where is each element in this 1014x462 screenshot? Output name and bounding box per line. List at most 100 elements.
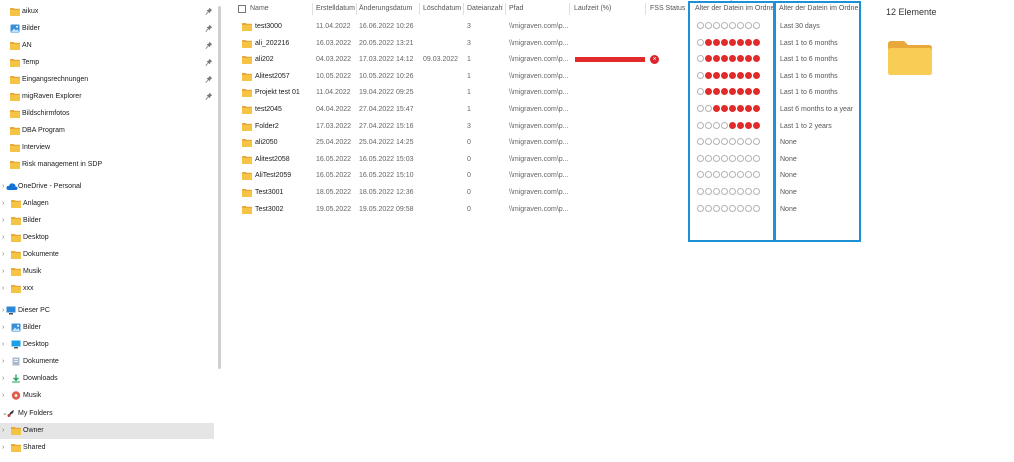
column-divider[interactable] (569, 3, 570, 15)
cell-name: AliTest2059 (255, 172, 292, 180)
scrollbar-thumb[interactable] (218, 6, 221, 369)
chevron-right-icon[interactable]: › (2, 251, 4, 259)
cell-path: \\migraven.com\p... (509, 155, 569, 163)
column-divider[interactable] (463, 3, 464, 15)
folder-icon (11, 284, 21, 293)
sidebar-item-musik[interactable]: › Musik (0, 388, 214, 404)
chevron-right-icon[interactable]: › (2, 341, 4, 349)
sidebar-item-label: Temp (22, 59, 40, 66)
chevron-right-icon[interactable]: › (2, 307, 4, 315)
pin-icon[interactable] (205, 41, 213, 50)
table-row[interactable]: Alitest2058 16.05.2022 16.05.2022 15:03 0 \\… (226, 152, 686, 168)
sidebar-item-label: Anlagen (23, 200, 49, 207)
folder-icon (11, 199, 21, 208)
column-header-runtime[interactable]: Laufzeit (%) (574, 3, 634, 15)
sidebar-item-temp[interactable]: Temp (0, 55, 214, 71)
column-divider[interactable] (505, 3, 506, 15)
sidebar-item-bilder[interactable]: › Bilder (0, 320, 214, 336)
folder-icon (242, 155, 252, 164)
cell-name: Projekt test 01 (255, 89, 300, 97)
column-divider[interactable] (312, 3, 313, 15)
error-icon[interactable]: × (650, 55, 659, 65)
sidebar-item-dba-program[interactable]: DBA Program (0, 123, 214, 139)
sidebar-item-desktop[interactable]: › Desktop (0, 337, 214, 353)
sidebar-item-bilder[interactable]: › Bilder (0, 213, 214, 229)
chevron-right-icon[interactable]: › (2, 200, 4, 208)
sidebar-item-dokumente[interactable]: › Dokumente (0, 247, 214, 263)
pin-icon[interactable] (205, 7, 213, 16)
sidebar-item-dokumente[interactable]: › Dokumente (0, 354, 214, 370)
chevron-right-icon[interactable]: › (2, 268, 4, 276)
chevron-right-icon[interactable]: › (2, 285, 4, 293)
sidebar-item-my-folders[interactable]: ⌄ My Folders (0, 406, 214, 422)
sidebar-item-an[interactable]: AN (0, 38, 214, 54)
sidebar-item-anlagen[interactable]: › Anlagen (0, 196, 214, 212)
table-row[interactable]: Projekt test 01 11.04.2022 19.04.2022 09:2… (226, 85, 686, 101)
sidebar-item-musik[interactable]: › Musik (0, 264, 214, 280)
select-all-checkbox[interactable] (238, 3, 248, 15)
sidebar-item-migraven-explorer[interactable]: migRaven Explorer (0, 89, 214, 105)
navigation-scrollbar[interactable] (218, 0, 222, 462)
column-divider[interactable] (645, 3, 646, 15)
table-row[interactable]: ali2050 25.04.2022 25.04.2022 14:25 0 \\migr… (226, 135, 686, 151)
table-row[interactable]: ali_202216 16.03.2022 20.05.2022 13:21 3 \\m… (226, 36, 686, 52)
column-header-name[interactable]: Name (250, 3, 310, 15)
folder-icon (242, 205, 252, 214)
sidebar-item-xxx[interactable]: › xxx (0, 281, 214, 297)
folder-icon (11, 216, 21, 225)
sidebar-item-risk-management-in-sdp[interactable]: Risk management in SDP (0, 157, 214, 173)
chevron-right-icon[interactable]: › (2, 444, 4, 452)
chevron-right-icon[interactable]: › (2, 427, 4, 435)
table-row[interactable]: Test3001 18.05.2022 18.05.2022 12:36 0 \\mig… (226, 185, 686, 201)
sidebar-item-label: Eingangsrechnungen (22, 76, 89, 83)
table-row[interactable]: AliTest2059 16.05.2022 16.05.2022 15:10 0 \\… (226, 168, 686, 184)
column-header-path[interactable]: Pfad (509, 3, 569, 15)
cell-modified: 20.05.2022 13:21 (359, 39, 414, 47)
table-row[interactable]: Folder2 17.03.2022 27.04.2022 15:16 3 \\migr… (226, 119, 686, 135)
column-divider[interactable] (356, 3, 357, 15)
folder-icon (242, 122, 252, 131)
sidebar-item-bildschirmfotos[interactable]: Bildschirmfotos (0, 106, 214, 122)
cell-created: 18.05.2022 (316, 189, 352, 196)
chevron-right-icon[interactable]: › (2, 183, 4, 191)
sidebar-item-bilder[interactable]: Bilder (0, 21, 214, 37)
sidebar-item-owner[interactable]: › Owner (0, 423, 214, 439)
sidebar-item-label: My Folders (18, 410, 53, 417)
sidebar-item-interview[interactable]: Interview (0, 140, 214, 156)
cell-path: \\migraven.com\p... (509, 39, 569, 47)
column-header-modified[interactable]: Änderungsdatum (359, 3, 417, 15)
cell-modified: 19.04.2022 09:25 (359, 89, 414, 97)
chevron-right-icon[interactable]: › (2, 234, 4, 242)
column-divider[interactable] (419, 3, 420, 15)
table-row[interactable]: test2045 04.04.2022 27.04.2022 15:47 1 \\mig… (226, 102, 686, 118)
sidebar-item-desktop[interactable]: › Desktop (0, 230, 214, 246)
sidebar-item-dieser-pc[interactable]: › Dieser PC (0, 303, 214, 319)
chevron-right-icon[interactable]: › (2, 392, 4, 400)
table-row[interactable]: ali202 04.03.2022 17.03.2022 14:12 09.03.20… (226, 52, 686, 68)
column-header-deleted[interactable]: Löschdatum (423, 3, 463, 15)
table-row[interactable]: Test3002 19.05.2022 19.05.2022 09:58 0 \\mig… (226, 202, 686, 218)
highlight-box-age-dots (688, 1, 775, 242)
sidebar-item-onedrive-personal[interactable]: › OneDrive - Personal (0, 179, 214, 195)
sidebar-item-shared[interactable]: › Shared (0, 440, 214, 456)
pc-icon (6, 306, 16, 315)
chevron-right-icon[interactable]: › (2, 358, 4, 366)
pin-icon[interactable] (205, 75, 213, 84)
chevron-right-icon[interactable]: › (2, 375, 4, 383)
chevron-right-icon[interactable]: › (2, 324, 4, 332)
pin-icon[interactable] (205, 24, 213, 33)
sidebar-item-downloads[interactable]: › Downloads (0, 371, 214, 387)
pin-icon[interactable] (205, 58, 213, 67)
sidebar-item-label: Dokumente (23, 358, 59, 365)
column-header-file-count[interactable]: Dateianzahl (467, 3, 503, 15)
pin-icon[interactable] (205, 92, 213, 101)
sidebar-item-aikux[interactable]: aikux (0, 4, 214, 20)
sidebar-item-eingangsrechnungen[interactable]: Eingangsrechnungen (0, 72, 214, 88)
chevron-right-icon[interactable]: › (2, 217, 4, 225)
table-row[interactable]: Alitest2057 10.05.2022 10.05.2022 10:26 1 \\… (226, 69, 686, 85)
table-row[interactable]: test3000 11.04.2022 16.06.2022 10:26 3 \\mig… (226, 19, 686, 35)
cell-file-count: 3 (467, 39, 471, 47)
column-header-fss-status[interactable]: FSS Status (650, 3, 690, 15)
column-header-created[interactable]: Erstelldatum (316, 3, 356, 15)
folder-icon (10, 126, 20, 135)
